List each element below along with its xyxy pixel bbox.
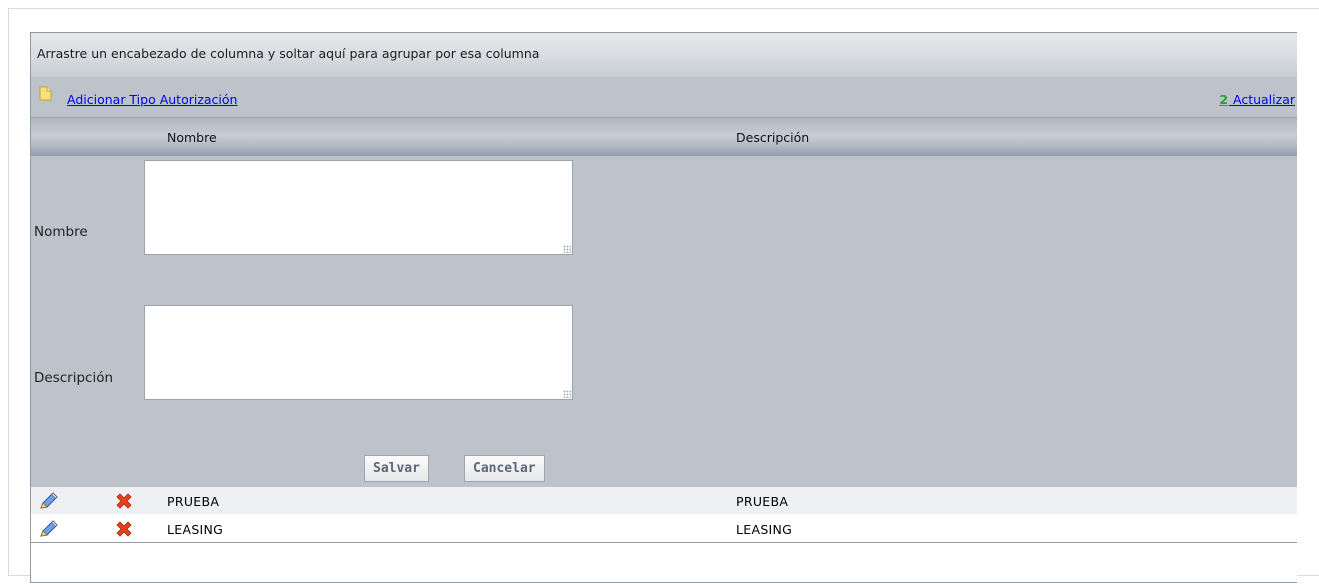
add-authorization-type-link[interactable]: Adicionar Tipo Autorización — [39, 86, 238, 107]
document-add-icon — [39, 86, 52, 101]
refresh-icon: 2 — [1219, 92, 1229, 107]
nombre-textarea[interactable] — [144, 160, 573, 255]
pencil-icon[interactable] — [37, 491, 59, 511]
save-button[interactable]: Salvar — [364, 455, 429, 482]
descripcion-field-wrapper — [31, 305, 591, 401]
cell-descripcion: PRUEBA — [736, 494, 789, 509]
pencil-icon[interactable] — [37, 519, 59, 539]
cancel-button[interactable]: Cancelar — [464, 455, 545, 482]
group-by-panel[interactable]: Arrastre un encabezado de columna y solt… — [31, 33, 1297, 77]
refresh-label: Actualizar — [1233, 92, 1295, 107]
delete-x-icon[interactable] — [115, 492, 133, 510]
column-header-row: Nombre Descripción — [31, 117, 1297, 157]
delete-x-icon[interactable] — [115, 520, 133, 538]
cell-descripcion: LEASING — [736, 522, 793, 537]
add-authorization-type-label: Adicionar Tipo Autorización — [67, 92, 238, 107]
table-row: PRUEBA PRUEBA — [31, 487, 1297, 515]
authorization-type-grid: Arrastre un encabezado de columna y solt… — [30, 32, 1297, 583]
table-row: LEASING LEASING — [31, 515, 1297, 543]
insert-edit-form: Nombre Descripción Salvar Cancelar — [31, 156, 1297, 487]
refresh-link[interactable]: 2 Actualizar — [1219, 92, 1295, 107]
cell-nombre: PRUEBA — [167, 494, 220, 509]
column-header-descripcion[interactable]: Descripción — [736, 130, 809, 145]
grid-bottom-area — [31, 543, 1297, 582]
cell-nombre: LEASING — [167, 522, 224, 537]
command-bar: Adicionar Tipo Autorización 2 Actualizar — [31, 77, 1297, 117]
descripcion-textarea[interactable] — [144, 305, 573, 400]
resize-grip-icon[interactable] — [563, 390, 571, 398]
column-header-nombre[interactable]: Nombre — [167, 130, 217, 145]
group-by-hint: Arrastre un encabezado de columna y solt… — [37, 46, 540, 61]
nombre-field-wrapper — [31, 160, 591, 256]
resize-grip-icon[interactable] — [563, 245, 571, 253]
